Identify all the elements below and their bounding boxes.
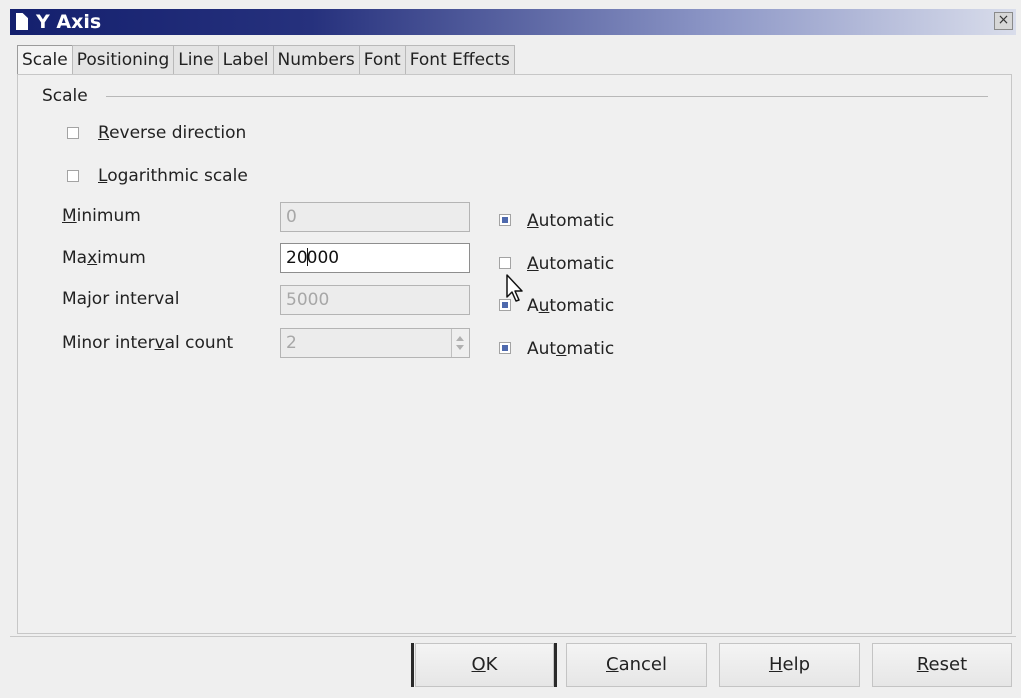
close-button[interactable]: ×	[994, 12, 1013, 30]
y-axis-dialog: Y Axis × Scale Positioning Line Label Nu…	[0, 0, 1021, 698]
button-area-divider	[10, 636, 1016, 637]
tab-label[interactable]: Label	[217, 45, 274, 74]
major-interval-label: Major interval	[62, 289, 180, 309]
tab-scale[interactable]: Scale	[17, 45, 73, 75]
major-interval-field: 5000	[280, 285, 470, 315]
reverse-direction-label[interactable]: Reverse direction	[98, 122, 246, 144]
scale-tab-panel	[17, 74, 1012, 634]
minor-interval-automatic-checkbox[interactable]	[499, 342, 511, 354]
minor-interval-count-label: Minor interval count	[62, 333, 234, 353]
minimum-automatic-checkbox[interactable]	[499, 214, 511, 226]
button-divider-left	[411, 643, 414, 687]
spin-down-icon	[456, 345, 464, 350]
window-title: Y Axis	[36, 11, 102, 33]
help-button[interactable]: Help	[719, 643, 860, 687]
button-divider-right	[554, 643, 557, 687]
minimum-automatic-label[interactable]: Automatic	[527, 210, 614, 232]
tab-font-effects[interactable]: Font Effects	[404, 45, 515, 74]
logarithmic-scale-label[interactable]: Logarithmic scale	[98, 165, 248, 187]
scale-group-label: Scale	[42, 86, 88, 106]
minor-interval-count-value: 2	[286, 333, 297, 353]
document-icon	[16, 13, 28, 30]
title-bar[interactable]: Y Axis ×	[10, 9, 1016, 35]
spin-up-icon	[456, 336, 464, 341]
reset-button[interactable]: Reset	[872, 643, 1012, 687]
mouse-pointer-icon	[506, 274, 523, 302]
group-divider	[106, 96, 988, 97]
tab-positioning[interactable]: Positioning	[71, 45, 175, 74]
maximum-automatic-label[interactable]: Automatic	[527, 253, 614, 275]
cancel-button[interactable]: Cancel	[566, 643, 707, 687]
minimum-label: Minimum	[62, 206, 141, 226]
maximum-automatic-checkbox[interactable]	[499, 257, 511, 269]
logarithmic-scale-checkbox[interactable]	[67, 170, 79, 182]
maximum-label: Maximum	[62, 248, 146, 268]
tab-line[interactable]: Line	[173, 45, 219, 74]
minimum-field: 0	[280, 202, 470, 232]
spin-buttons	[451, 329, 469, 357]
tab-font[interactable]: Font	[358, 45, 406, 74]
tab-bar: Scale Positioning Line Label Numbers Fon…	[17, 45, 515, 75]
minor-interval-automatic-label[interactable]: Automatic	[527, 338, 614, 360]
major-interval-automatic-label[interactable]: Automatic	[527, 295, 614, 317]
minor-interval-count-spinbox: 2	[280, 328, 470, 358]
reverse-direction-checkbox[interactable]	[67, 127, 79, 139]
maximum-input[interactable]: 20000	[280, 243, 470, 273]
ok-button[interactable]: OK	[415, 643, 554, 687]
tab-numbers[interactable]: Numbers	[272, 45, 360, 74]
